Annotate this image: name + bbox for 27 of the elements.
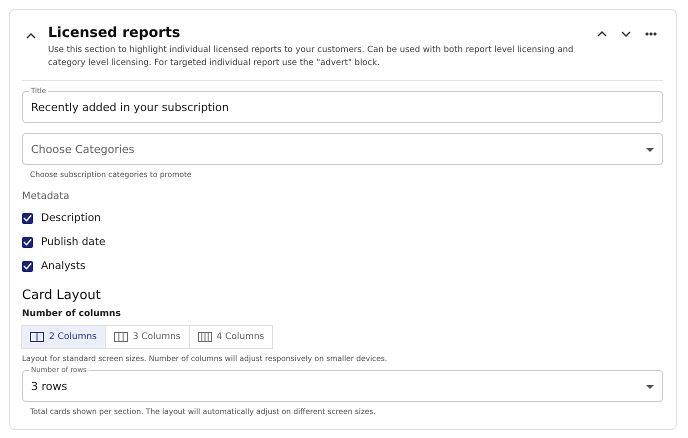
checkmark-icon <box>23 238 32 246</box>
columns-option[interactable]: 3 Columns <box>104 325 190 349</box>
checkbox[interactable] <box>22 260 33 272</box>
columns-option[interactable]: 4 Columns <box>188 325 274 349</box>
checkbox-label: Analysts <box>41 260 86 272</box>
columns-label: Number of columns <box>22 308 122 320</box>
columns-icon <box>30 332 44 342</box>
more-icon <box>645 32 657 36</box>
checkbox-label: Publish date <box>41 236 106 248</box>
chevron-down-icon <box>621 30 631 38</box>
columns-icon <box>198 332 212 342</box>
dropdown-arrow-icon <box>646 385 654 389</box>
dropdown-arrow-icon <box>646 148 654 152</box>
categories-select[interactable]: Choose Categories <box>22 133 663 165</box>
metadata-label: Metadata <box>22 191 70 203</box>
checkmark-icon <box>23 262 32 270</box>
columns-icon <box>114 332 128 342</box>
checkmark-icon <box>23 214 32 222</box>
section-title: Licensed reports <box>48 24 182 42</box>
card-layout-heading: Card Layout <box>22 288 102 304</box>
checkbox-label: Description <box>41 212 101 224</box>
columns-option[interactable]: 2 Columns <box>21 325 106 349</box>
section-description: Use this section to highlight individual licensed reports to your customers. Can be used with both report level licensing and category level licensing. For targeted individual report use the "advert" block. <box>48 44 574 70</box>
checkbox[interactable] <box>22 236 33 248</box>
checkbox[interactable] <box>22 212 33 224</box>
chevron-icon <box>26 32 36 40</box>
chevron-up-icon <box>597 30 607 38</box>
